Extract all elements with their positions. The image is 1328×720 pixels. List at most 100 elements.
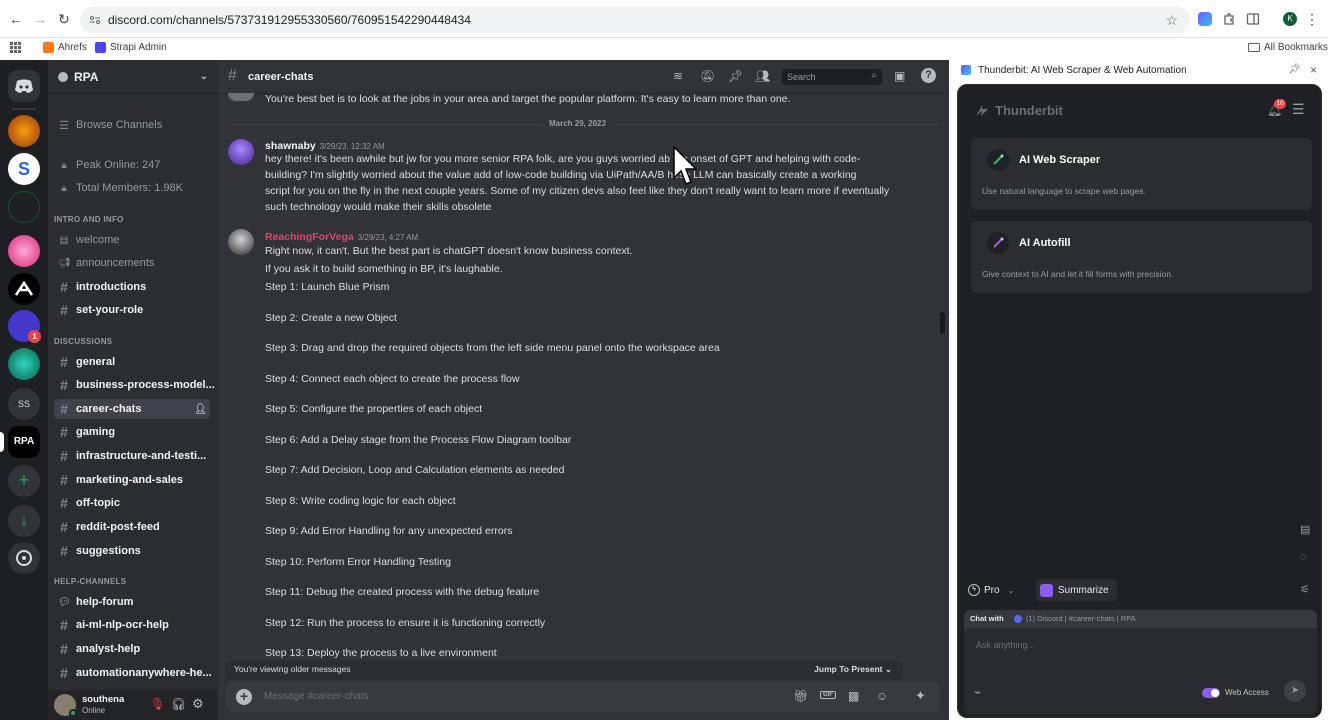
pin-icon[interactable]: 📌︎ <box>1288 64 1301 75</box>
send-button[interactable]: ➤ <box>1284 680 1306 702</box>
channel-career-chats[interactable]: # career-chats 👤︎ <box>58 399 207 419</box>
add-server-icon[interactable]: + <box>8 465 40 497</box>
back-arrow-icon[interactable]: ← <box>8 11 24 27</box>
channel-marketing[interactable]: # marketing-and-sales <box>58 470 183 490</box>
emoji-icon[interactable]: ☺ <box>876 689 888 703</box>
members-icon[interactable]: 👥︎ <box>755 69 770 83</box>
active-server-indicator <box>0 432 4 452</box>
avatar[interactable] <box>228 139 254 165</box>
channel-set-your-role[interactable]: # set-your-role <box>58 300 143 320</box>
sticker-icon[interactable]: ▩ <box>848 689 859 703</box>
hash-icon: # <box>60 495 68 511</box>
ai-autofill-card[interactable]: AI Autofill Give context to AI and let i… <box>971 221 1312 293</box>
channel-help-forum[interactable]: 💬︎ help-forum <box>58 592 133 612</box>
server-icon-ss[interactable]: SS <box>8 388 40 420</box>
threads-icon[interactable]: ≋ <box>673 69 683 83</box>
date-divider-label: March 29, 2023 <box>543 119 612 128</box>
chat-area: # career-chats ≋ 🔕︎ 📌︎ 👥︎ Search ⌕ ▣ ? Y… <box>218 60 949 720</box>
channel-reddit-post-feed[interactable]: # reddit-post-feed <box>58 517 160 537</box>
server-icon-5[interactable] <box>8 348 40 380</box>
apps-launcher-icon[interactable]: ✦ <box>915 688 926 704</box>
channel-business-process[interactable]: # business-process-model... <box>58 375 215 395</box>
profile-avatar[interactable]: K <box>1283 12 1297 26</box>
server-icon-rpa[interactable]: RPA <box>8 426 40 458</box>
search-input[interactable]: Search ⌕ <box>782 69 882 85</box>
notifications-muted-icon[interactable]: 🔕︎ <box>700 69 715 83</box>
channel-title: career-chats <box>248 71 314 83</box>
autofill-wand-icon <box>987 232 1009 254</box>
web-access-toggle[interactable] <box>1202 688 1220 698</box>
add-attachment-icon[interactable]: + <box>236 689 252 705</box>
chat-bubble-icon[interactable]: ◌ <box>1300 551 1307 563</box>
scrollbar-thumb[interactable] <box>940 312 945 334</box>
channel-infrastructure[interactable]: # infrastructure-and-testi... <box>58 446 206 466</box>
ask-input[interactable]: Ask anything... <box>976 640 1035 650</box>
hamburger-menu-icon[interactable]: ☰ <box>1292 101 1305 118</box>
gif-icon[interactable]: GIF <box>820 691 836 699</box>
message-step: Step 13: Deploy the process to a live en… <box>265 647 497 659</box>
server-icon-2[interactable] <box>8 191 40 223</box>
jump-to-present-button[interactable]: Jump To Present ⌄ <box>814 664 892 675</box>
hash-icon: # <box>60 448 68 464</box>
category-intro[interactable]: INTRO AND INFO <box>54 215 124 224</box>
pin-icon[interactable]: 📌︎ <box>728 69 743 83</box>
thunderbit-extension-icon[interactable] <box>1198 12 1212 26</box>
browser-menu-icon[interactable]: ⋮ <box>1304 11 1320 27</box>
headphones-icon[interactable]: 🎧︎ <box>171 697 186 711</box>
message-step: Step 6: Add a Delay stage from the Proce… <box>265 434 572 446</box>
summarize-button[interactable]: Summarize <box>1036 579 1117 601</box>
message-input[interactable]: Message #career-chats <box>264 691 369 702</box>
address-bar[interactable]: discord.com/channels/573731912955330560/… <box>80 7 1190 33</box>
side-panel-icon[interactable] <box>1246 12 1260 26</box>
server-header[interactable]: RPA ⌄ <box>48 60 218 94</box>
document-icon[interactable]: ▤ <box>1300 523 1310 536</box>
bookmark-ahrefs[interactable]: Ahrefs <box>43 42 87 53</box>
chat-box: Chat with (1) Discord | #career-chats | … <box>964 610 1317 714</box>
channel-welcome[interactable]: ▤ welcome <box>58 230 119 250</box>
channel-general[interactable]: # general <box>58 352 115 372</box>
megaphone-icon: 📢︎ <box>58 257 71 269</box>
ai-web-scraper-card[interactable]: AI Web Scraper Use natural language to s… <box>971 138 1312 210</box>
extensions-icon[interactable] <box>1222 12 1236 26</box>
server-icon-3[interactable] <box>8 273 40 305</box>
settings-gear-icon[interactable]: ⚙ <box>192 696 204 712</box>
channel-introductions[interactable]: # introductions <box>58 277 146 297</box>
gift-icon[interactable]: 🎁︎ <box>793 689 808 703</box>
apps-icon[interactable] <box>10 42 21 53</box>
server-icon-s[interactable]: S <box>8 153 40 185</box>
explore-icon[interactable] <box>8 542 40 574</box>
avatar[interactable] <box>228 93 254 101</box>
channel-suggestions[interactable]: # suggestions <box>58 541 141 561</box>
sliders-icon[interactable]: ⚟ <box>1300 583 1310 596</box>
invite-icon[interactable]: 👤︎ <box>194 404 207 415</box>
avatar[interactable] <box>228 229 254 255</box>
message-composer: + Message #career-chats 🎁︎ GIF ▩ ☺ <box>226 682 940 712</box>
channel-analyst-help[interactable]: # analyst-help <box>58 639 140 659</box>
forward-arrow-icon[interactable]: → <box>32 11 48 27</box>
thunderbit-brand: Thunderbit <box>995 103 1063 118</box>
channel-ai-ml[interactable]: # ai-ml-nlp-ocr-help <box>58 615 169 635</box>
server-icon-brain[interactable] <box>8 235 40 267</box>
category-help[interactable]: HELP-CHANNELS <box>54 577 126 586</box>
close-icon[interactable]: × <box>1310 63 1317 77</box>
reload-icon[interactable]: ↻ <box>56 11 72 27</box>
all-bookmarks[interactable]: All Bookmarks <box>1248 42 1328 53</box>
category-discussions[interactable]: DISCUSSIONS <box>54 337 112 346</box>
download-icon[interactable]: ⤓ <box>8 505 40 537</box>
channel-automationanywhere[interactable]: # automationanywhere-he... <box>58 663 212 683</box>
paperclip-icon[interactable]: ⌁ <box>974 685 981 699</box>
site-settings-icon[interactable] <box>89 14 101 26</box>
help-icon[interactable]: ? <box>921 68 936 83</box>
discord-home-icon[interactable] <box>8 70 40 102</box>
message-author[interactable]: ReachingForVega 3/29/23, 4:27 AM <box>265 231 418 243</box>
channel-off-topic[interactable]: # off-topic <box>58 493 120 513</box>
bookmark-strapi[interactable]: Strapi Admin <box>95 42 167 53</box>
channel-gaming[interactable]: # gaming <box>58 422 115 442</box>
server-icon-1[interactable] <box>8 115 40 147</box>
pro-model-select[interactable]: ϟ Pro ⌄ <box>968 581 1014 599</box>
mute-mic-icon[interactable]: 🎙︎ <box>150 697 165 711</box>
inbox-icon[interactable]: ▣ <box>894 69 905 83</box>
bookmark-star-icon[interactable]: ☆ <box>1165 12 1178 29</box>
channel-announcements[interactable]: 📢︎ announcements <box>58 253 154 273</box>
browse-channels[interactable]: ☰ Browse Channels <box>58 115 162 135</box>
